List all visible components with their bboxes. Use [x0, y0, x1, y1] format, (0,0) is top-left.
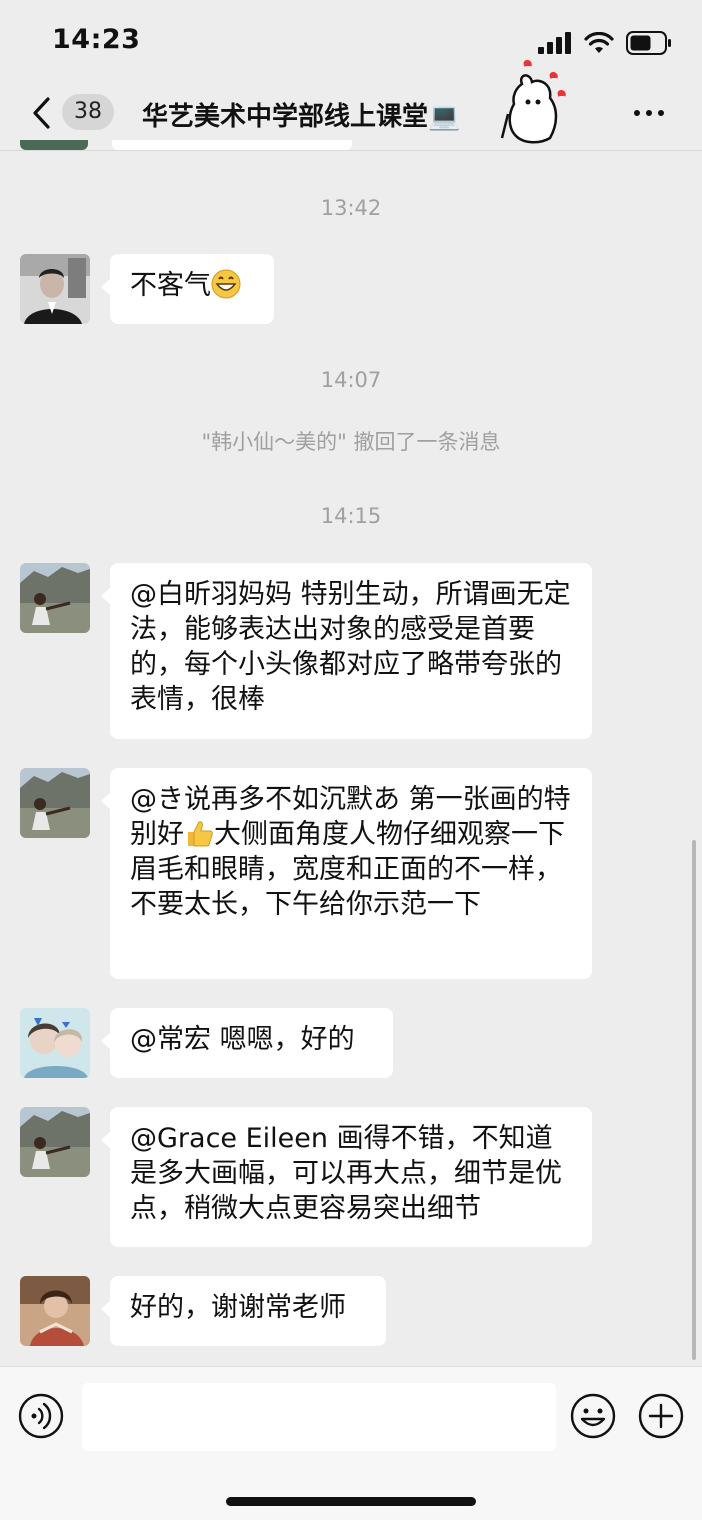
avatar-man-dark-image [20, 254, 90, 324]
plus-icon[interactable] [638, 1393, 684, 1439]
status-icons [538, 30, 672, 56]
chevron-left-icon[interactable] [30, 96, 54, 130]
avatar[interactable] [20, 254, 90, 324]
thumbs-up-emoji [188, 821, 213, 847]
more-dots-icon[interactable] [634, 110, 664, 116]
partial-avatar [20, 140, 88, 150]
wifi-icon [584, 32, 614, 53]
avatar-teacher-image [20, 1107, 90, 1177]
grinning-emoji [211, 269, 241, 299]
unread-count-badge[interactable]: 38 [62, 94, 114, 130]
message-bubble[interactable]: @Grace Eileen 画得不错，不知道是多大画幅，可以再大点，细节是优点，… [101, 1107, 592, 1247]
partial-message-bubble [112, 140, 352, 150]
message-text: @常宏 嗯嗯，好的 [130, 1024, 355, 1055]
voice-icon[interactable] [18, 1393, 64, 1439]
message-bubble[interactable]: @常宏 嗯嗯，好的 [101, 1008, 393, 1078]
timestamp: 14:07 [320, 368, 382, 392]
avatar[interactable] [20, 1276, 90, 1346]
emoji-icon[interactable] [570, 1393, 616, 1439]
message-text: @白昕羽妈妈 特别生动，所谓画无定法，能够表达出对象的感受是首要的，每个小头像都… [130, 579, 571, 715]
message-text: 不客气 [130, 270, 211, 301]
avatar-teacher-image [20, 563, 90, 633]
chat-title: 华艺美术中学部线上课堂💻 [142, 102, 461, 132]
avatar-woman-image [20, 1276, 90, 1346]
status-bar: 14:23 [0, 0, 702, 80]
battery-icon [626, 31, 671, 55]
signal-icon [538, 32, 571, 54]
message-input[interactable] [82, 1383, 556, 1451]
avatar[interactable] [20, 563, 90, 633]
home-indicator[interactable] [226, 1497, 476, 1506]
message-text: 好的，谢谢常老师 [130, 1292, 346, 1323]
bunny-sticker-icon [500, 60, 566, 144]
scrollbar[interactable] [692, 840, 696, 1360]
avatar[interactable] [20, 768, 90, 838]
input-bar [0, 1366, 702, 1520]
status-time: 14:23 [52, 24, 141, 55]
avatar-teacher-image [20, 768, 90, 838]
timestamp: 14:15 [320, 504, 382, 528]
message-bubble[interactable]: @き说再多不如沉默あ 第一张画的特别好 大侧面角度人物仔细观察一下眉毛和眼睛，宽度… [101, 768, 592, 979]
avatar-girls-image [20, 1008, 90, 1078]
message-text: @Grace Eileen 画得不错，不知道是多大画幅，可以再大点，细节是优点，… [130, 1123, 562, 1224]
message-bubble[interactable]: @白昕羽妈妈 特别生动，所谓画无定法，能够表达出对象的感受是首要的，每个小头像都… [101, 563, 592, 739]
avatar[interactable] [20, 1008, 90, 1078]
message-bubble[interactable]: 好的，谢谢常老师 [101, 1276, 386, 1346]
message-bubble[interactable]: 不客气 [101, 254, 274, 324]
recall-notice: "韩小仙～美的" 撤回了一条消息 [201, 430, 501, 454]
timestamp: 13:42 [320, 196, 382, 220]
avatar[interactable] [20, 1107, 90, 1177]
